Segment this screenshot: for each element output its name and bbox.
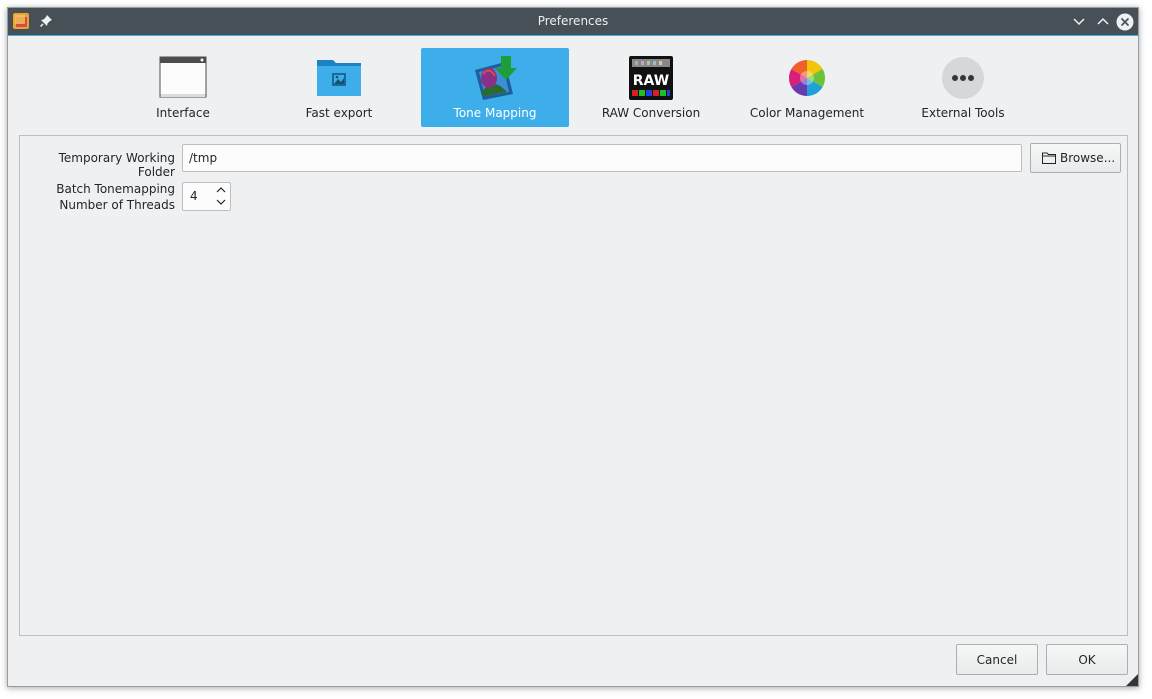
threads-label-line2: Number of Threads [59,198,175,212]
page-interface[interactable]: Interface [109,48,257,127]
page-label: Tone Mapping [453,106,537,120]
page-tone-mapping[interactable]: Tone Mapping [421,48,569,127]
page-color-management[interactable]: Color Management [733,48,881,127]
page-label: Interface [156,106,210,120]
page-raw-conversion[interactable]: RAW RAW Conversion [577,48,725,127]
cancel-label: Cancel [976,653,1018,667]
page-external-tools[interactable]: External Tools [889,48,1037,127]
ok-label: OK [1078,653,1096,667]
ok-button[interactable]: OK [1046,644,1128,675]
threads-spinbox[interactable]: 4 [182,182,231,211]
folder-icon [1042,152,1056,164]
browse-button[interactable]: Browse... [1030,143,1121,173]
threads-value: 4 [190,189,198,203]
page-fast-export[interactable]: Fast export [265,48,413,127]
threads-label-line1: Batch Tonemapping [56,182,175,196]
preferences-dialog: Preferences Interface Fast export Tone M… [7,7,1139,687]
page-label: External Tools [921,106,1005,120]
resize-grip-icon[interactable] [1126,674,1138,686]
window-title: Preferences [537,14,609,28]
title-bar: Preferences [8,8,1138,36]
temp-folder-input[interactable] [182,144,1022,172]
chevron-up-icon[interactable] [216,186,226,194]
raw-icon: RAW [629,56,673,100]
chevron-down-icon[interactable] [216,198,226,206]
maximize-icon[interactable] [1094,13,1112,31]
page-label: Fast export [305,106,373,120]
page-label: RAW Conversion [601,106,701,120]
threads-label: Batch Tonemapping Number of Threads [26,182,175,212]
svg-text:RAW: RAW [633,73,669,89]
tone-mapping-settings-panel: Temporary Working Folder Browse... Batch… [19,135,1128,636]
window-icon [159,56,207,98]
minimize-icon[interactable] [1070,13,1088,31]
cancel-button[interactable]: Cancel [956,644,1038,675]
temp-folder-label: Temporary Working Folder [58,151,175,179]
tone-mapping-icon [475,56,517,100]
more-icon [942,57,984,99]
page-label: Color Management [749,106,865,120]
page-selector: Interface Fast export Tone Mapping RAW R… [8,48,1138,128]
close-icon[interactable] [1116,13,1134,31]
image-folder-icon [317,60,361,96]
browse-label: Browse... [1060,151,1116,165]
color-wheel-icon [788,59,826,96]
